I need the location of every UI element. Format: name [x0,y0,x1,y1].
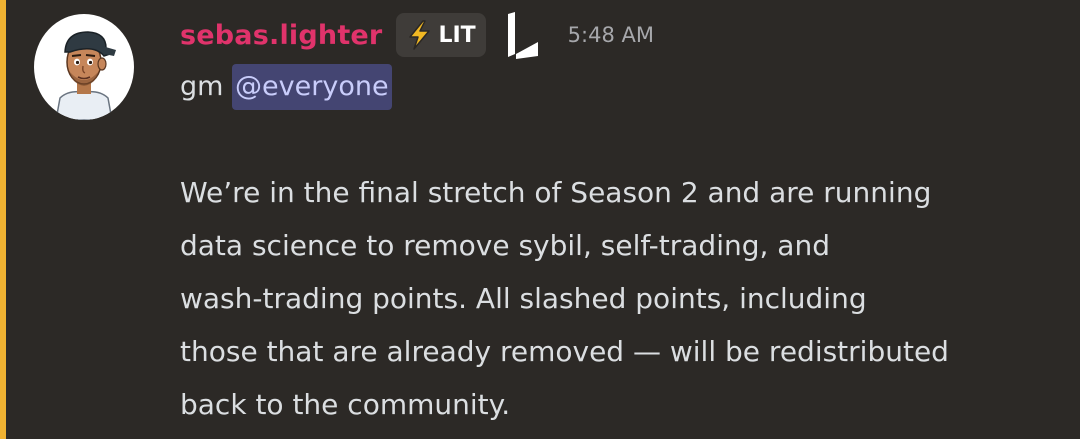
author-username[interactable]: sebas.lighter [180,20,382,51]
lighter-logo-icon[interactable] [502,10,542,60]
avatar[interactable] [34,14,134,120]
clan-tag[interactable]: LIT [396,13,486,57]
cartoon-man-avatar-icon [55,31,116,120]
message-timestamp[interactable]: 5:48 AM [568,23,654,47]
message-header: sebas.lighter LIT 5:48 AM [180,10,654,60]
greeting-text: gm [180,71,224,102]
clan-tag-label: LIT [438,22,476,48]
message-body: We’re in the final stretch of Season 2 a… [180,176,949,421]
message-first-line: gm @everyone [180,64,392,110]
lightning-bolt-icon [409,20,431,50]
everyone-mention[interactable]: @everyone [232,64,392,110]
mention-highlight-bar [0,0,6,439]
